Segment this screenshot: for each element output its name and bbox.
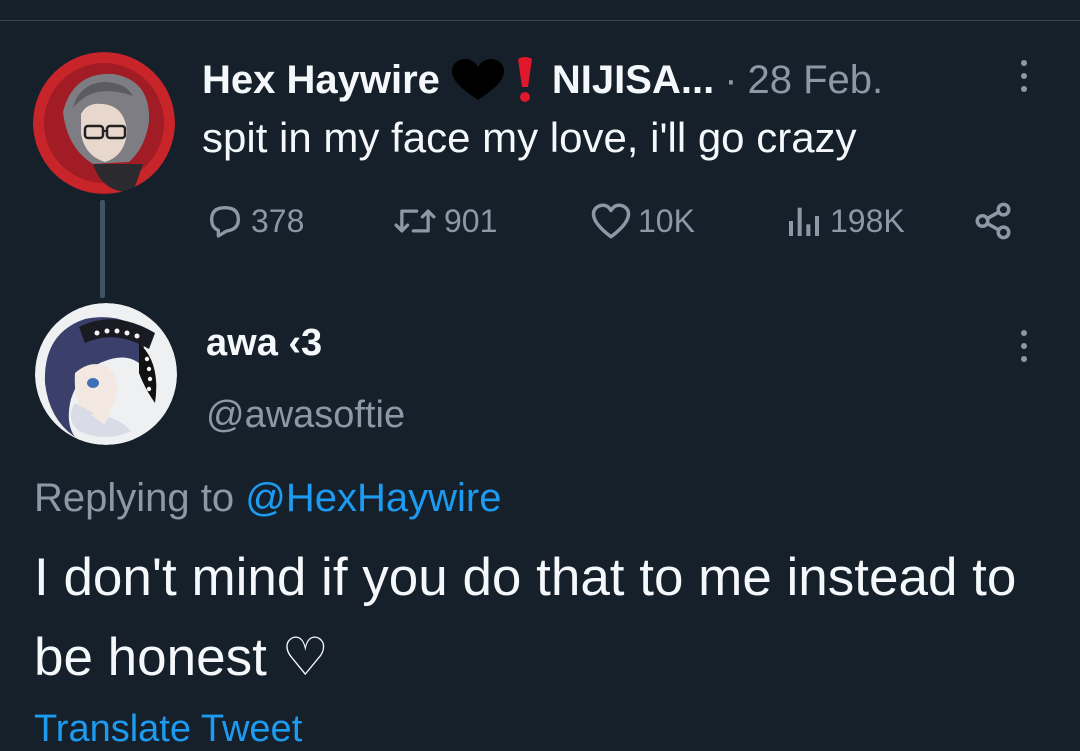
retweet-action[interactable]: 901 <box>392 196 497 246</box>
reply-tweet-text: I don't mind if you do that to me instea… <box>34 548 1017 687</box>
retweet-icon <box>392 201 438 241</box>
parent-more-options-icon[interactable] <box>1021 60 1027 92</box>
exclamation-icon <box>510 55 540 105</box>
top-divider <box>0 20 1080 21</box>
replying-to-mention-link[interactable]: @HexHaywire <box>245 476 501 520</box>
parent-display-name[interactable]: Hex Haywire <box>202 58 440 103</box>
replying-to-prefix: Replying to <box>34 476 235 520</box>
reply-action[interactable]: 378 <box>205 196 304 246</box>
share-action[interactable] <box>972 196 1014 246</box>
replying-to-line: Replying to @HexHaywire <box>34 476 501 521</box>
reply-handle[interactable]: @awasoftie <box>206 394 405 437</box>
parent-tweet-header: Hex Haywire NIJISA... · 28 Feb. <box>202 52 883 108</box>
parent-avatar[interactable] <box>33 52 175 194</box>
heart-icon <box>590 201 632 241</box>
reply-icon <box>205 201 245 241</box>
reply-count: 378 <box>251 202 305 239</box>
reply-avatar[interactable] <box>35 303 177 445</box>
share-icon <box>972 200 1014 242</box>
translate-tweet-link[interactable]: Translate Tweet <box>34 708 302 751</box>
views-action[interactable]: 198K <box>784 196 905 246</box>
reply-display-name[interactable]: awa ‹3 <box>206 322 322 365</box>
parent-display-name-suffix[interactable]: NIJISA... <box>552 58 714 103</box>
views-chart-icon <box>784 201 824 241</box>
views-count: 198K <box>830 202 905 239</box>
tweet-separator: · <box>724 57 738 102</box>
thread-connector-line <box>100 200 105 298</box>
retweet-count: 901 <box>444 202 498 239</box>
like-count: 10K <box>638 202 695 239</box>
parent-tweet-text: spit in my face my love, i'll go crazy <box>202 114 857 161</box>
black-heart-icon <box>450 58 506 102</box>
tweet-date[interactable]: 28 Feb. <box>748 58 884 103</box>
like-action[interactable]: 10K <box>590 196 695 246</box>
reply-more-options-icon[interactable] <box>1021 330 1027 362</box>
